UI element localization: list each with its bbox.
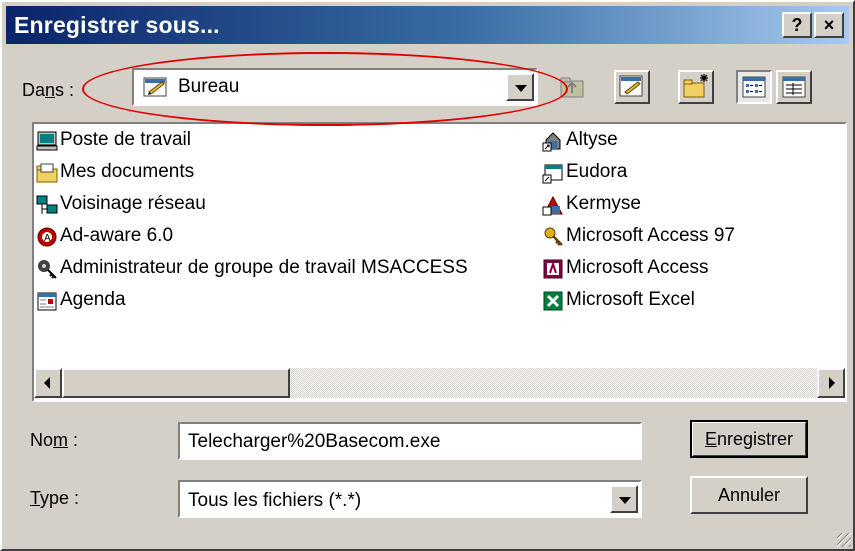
horizontal-scrollbar[interactable] [34,368,845,398]
type-label-mnemonic: T [30,488,41,508]
name-label-mnemonic: m [53,430,69,450]
eudora-icon [542,164,563,184]
file-type-dropdown-arrow[interactable] [610,485,638,513]
list-item-label: Microsoft Excel [566,289,695,310]
file-name-value: Telecharger%20Basecom.exe [188,431,441,452]
scroll-right-button[interactable] [817,368,845,398]
list-item-label: Kermyse [566,193,641,214]
desktop-icon [619,75,643,97]
access-icon [543,259,563,279]
details-view-button[interactable] [776,70,812,104]
location-dropdown-arrow[interactable] [506,73,534,101]
file-type-dropdown[interactable]: Tous les fichiers (*.*) [178,480,642,518]
name-label-suffix: : [68,430,79,450]
new-folder-icon [683,74,708,98]
window-title: Enregistrer sous... [14,12,220,38]
kermyse-icon [542,195,563,216]
list-item-label: Poste de travail [60,129,191,150]
location-value: Bureau [178,76,240,97]
list-view-button[interactable] [736,70,772,104]
adaware-icon: A [37,227,57,247]
location-dropdown[interactable]: Bureau [132,68,538,106]
up-folder-icon [560,77,584,98]
file-name-input[interactable]: Telecharger%20Basecom.exe [178,422,642,460]
arrow-right-icon [829,377,835,389]
list-item-label: Altyse [566,129,618,150]
save-button[interactable]: Enregistrer [690,420,808,458]
save-button-mnemonic: E [704,429,717,449]
scroll-thumb[interactable] [62,368,290,398]
list-item-label: Microsoft Access 97 [566,225,735,246]
location-label-prefix: Da [22,80,46,100]
excel-icon [543,291,563,311]
scroll-left-button[interactable] [34,368,62,398]
file-type-value: Tous les fichiers (*.*) [188,490,362,511]
list-item-label: Eudora [566,161,628,182]
help-button[interactable]: ? [782,12,812,38]
location-label-suffix: s : [55,80,75,100]
desktop-icon [143,77,167,97]
location-label-mnemonic: n [45,80,56,100]
folder-icon [36,163,58,183]
shortcut-icon [542,132,561,152]
list-item-label: Agenda [60,289,126,310]
list-view-icon [742,76,766,98]
title-bar[interactable]: Enregistrer sous... ? × [6,6,849,44]
computer-icon [36,131,58,151]
desktop-button[interactable] [614,70,650,104]
key-icon [544,227,563,246]
agenda-icon [37,292,57,311]
network-icon [36,195,58,214]
list-item-label: Microsoft Access [566,257,709,278]
list-item-label: Administrateur de groupe de travail MSAC… [60,257,468,278]
name-label-prefix: No [30,430,54,450]
resize-grip[interactable] [837,533,851,547]
type-label-suffix: ype : [40,488,80,508]
list-item-label: Mes documents [60,161,195,182]
list-item-label: Ad-aware 6.0 [60,225,174,246]
admin-key-icon [38,260,57,279]
details-view-icon [782,76,806,98]
up-one-level-button[interactable] [554,70,592,106]
arrow-left-icon [44,377,50,389]
list-item-label: Voisinage réseau [60,193,206,214]
file-list[interactable]: Poste de travail Mes documents Voisinage… [32,122,847,402]
location-label: Dans : [22,80,74,101]
save-as-dialog: Enregistrer sous... ? × Dans : Bureau Po… [0,0,855,551]
name-label: Nom : [30,430,78,451]
type-label: Type : [30,488,79,509]
new-folder-button[interactable] [678,70,714,104]
cancel-button[interactable]: Annuler [690,476,808,514]
svg-text:A: A [44,233,51,244]
save-button-label: nregistrer [716,429,794,449]
close-button[interactable]: × [814,12,844,38]
